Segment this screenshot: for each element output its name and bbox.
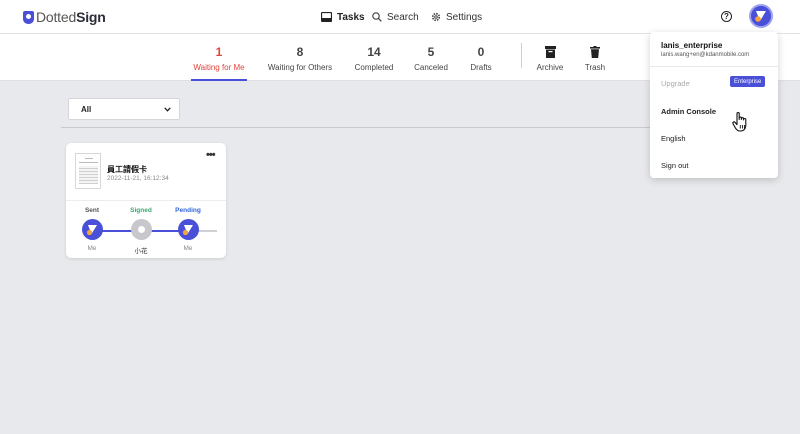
signer-avatar: [130, 219, 152, 240]
account-menu-header: lanis_enterprise lanis.wang+en@kdanmobil…: [650, 32, 778, 67]
help-icon[interactable]: ?: [721, 11, 732, 22]
plan-badge: Enterprise: [730, 76, 766, 87]
document-thumbnail[interactable]: [75, 153, 101, 189]
task-card[interactable]: 員工請假卡 2022-11-21, 16:12:34 ••• Sent Me S…: [66, 143, 226, 258]
menu-item-upgrade[interactable]: Upgrade: [661, 79, 690, 88]
nav-tasks-label: Tasks: [337, 11, 365, 23]
tab-count: 0: [477, 45, 485, 59]
tab-divider: [521, 43, 522, 68]
tab-count: 14: [367, 45, 381, 59]
tab-drafts[interactable]: 0 Drafts: [465, 45, 497, 72]
step-signed: Signed 小花: [121, 207, 161, 255]
card-divider: [66, 200, 226, 201]
nav-search[interactable]: Search: [372, 0, 419, 34]
account-menu: lanis_enterprise lanis.wang+en@kdanmobil…: [650, 32, 778, 178]
search-icon: [372, 12, 382, 22]
filter-selected-value: All: [81, 104, 92, 114]
signer-name: Me: [183, 245, 193, 252]
document-title[interactable]: 員工請假卡: [107, 164, 147, 175]
tab-waiting-for-me[interactable]: 1 Waiting for Me: [191, 45, 247, 72]
tab-count: 5: [427, 45, 435, 59]
archive-icon: [532, 45, 568, 59]
menu-item-sign-out[interactable]: Sign out: [661, 161, 689, 170]
step-status: Pending: [175, 207, 201, 214]
logo-text-main: Dotted: [36, 9, 77, 25]
signer-avatar: [177, 219, 199, 240]
filter-select[interactable]: All: [68, 98, 180, 120]
signer-name: Me: [87, 245, 97, 252]
avatar-logo-icon: [755, 11, 766, 22]
content-divider: [61, 127, 661, 128]
tab-label: Completed: [354, 63, 394, 72]
document-timestamp: 2022-11-21, 16:12:34: [107, 175, 169, 182]
step-status: Signed: [130, 207, 152, 214]
tab-label: Trash: [584, 63, 606, 72]
more-options-icon[interactable]: •••: [206, 150, 216, 161]
trash-icon: [580, 45, 610, 59]
avatar-logo-icon: [182, 225, 193, 236]
step-sent: Sent Me: [72, 207, 112, 252]
active-tab-indicator: [191, 79, 247, 81]
avatar-logo-icon: [86, 225, 97, 236]
step-pending: Pending Me: [168, 207, 208, 252]
tab-canceled[interactable]: 5 Canceled: [411, 45, 451, 72]
nav-tasks[interactable]: Tasks: [321, 0, 365, 34]
tab-label: Archive: [536, 63, 564, 72]
tab-waiting-for-others[interactable]: 8 Waiting for Others: [265, 45, 335, 72]
tab-label: Drafts: [470, 63, 492, 72]
gear-icon: [431, 12, 441, 22]
inbox-icon: [321, 12, 332, 22]
account-username: lanis_enterprise: [661, 41, 723, 50]
tab-archive[interactable]: Archive: [532, 45, 568, 72]
nav-search-label: Search: [387, 11, 419, 23]
signer-avatar: [81, 219, 103, 240]
menu-item-language[interactable]: English: [661, 134, 686, 143]
logo-icon: [23, 10, 34, 24]
nav-settings-label: Settings: [446, 11, 483, 23]
chevron-down-icon: [164, 105, 171, 114]
logo-text-suffix: Sign: [76, 9, 106, 25]
step-status: Sent: [84, 207, 100, 214]
tab-count: 8: [296, 45, 304, 59]
account-email: lanis.wang+en@kdanmobile.com: [661, 52, 750, 58]
app-logo[interactable]: DottedSign: [23, 9, 106, 25]
tab-label: Canceled: [414, 63, 448, 72]
top-bar: DottedSign Tasks Search Settings ?: [0, 0, 800, 34]
nav-settings[interactable]: Settings: [431, 0, 482, 34]
avatar[interactable]: [749, 4, 773, 28]
signer-name: 小花: [134, 248, 148, 255]
hand-cursor-icon: [731, 111, 751, 138]
tab-label: Waiting for Me: [193, 63, 245, 72]
tab-trash[interactable]: Trash: [580, 45, 610, 72]
tab-label: Waiting for Others: [267, 63, 333, 72]
tab-completed[interactable]: 14 Completed: [352, 45, 396, 72]
menu-item-admin-console[interactable]: Admin Console: [661, 107, 716, 116]
tab-count: 1: [215, 45, 223, 59]
